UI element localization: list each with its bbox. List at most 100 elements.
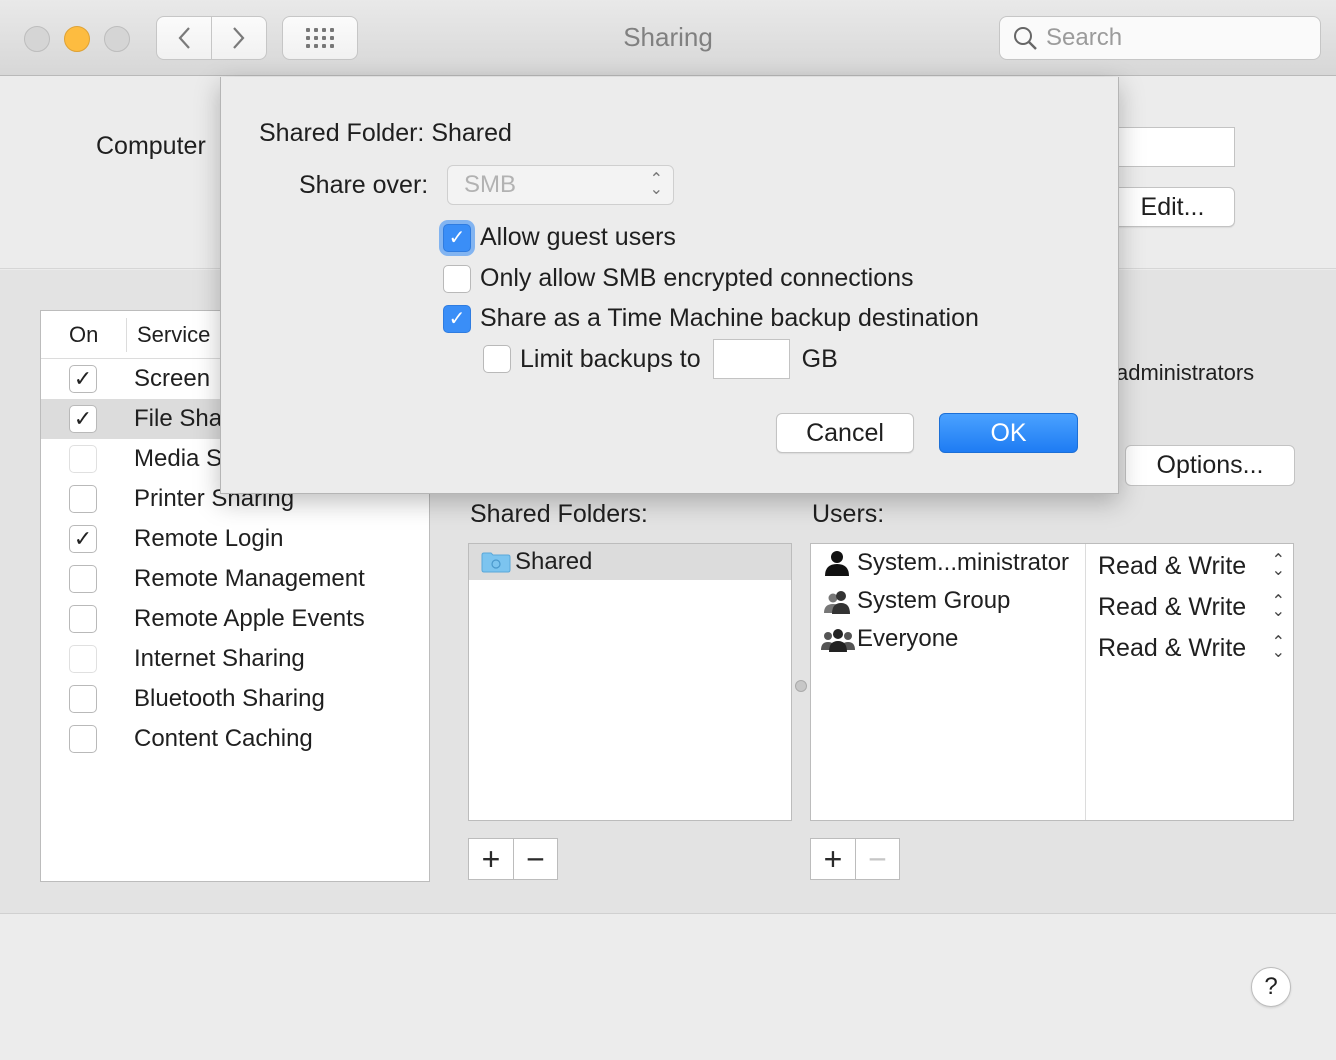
service-label: Content Caching — [134, 725, 313, 752]
zoom-window-button[interactable] — [104, 26, 130, 52]
user-name: System Group — [857, 587, 1011, 614]
limit-backups-label: Limit backups to — [520, 344, 701, 373]
search-input[interactable] — [1046, 24, 1306, 52]
shared-folders-list: Shared — [468, 543, 792, 821]
time-machine-option[interactable]: ✓ Share as a Time Machine backup destina… — [443, 304, 979, 333]
share-over-value: SMB — [464, 171, 517, 198]
grid-icon — [306, 28, 334, 48]
smb-encrypted-label: Only allow SMB encrypted connections — [480, 264, 914, 292]
sheet-title: Shared Folder: Shared — [259, 119, 512, 147]
service-checkbox[interactable] — [69, 485, 97, 513]
service-checkbox[interactable] — [69, 725, 97, 753]
users-column: System...ministrator System Group Everyo… — [811, 544, 1086, 820]
limit-backups-option: Limit backups to GB — [483, 339, 838, 379]
service-checkbox[interactable] — [69, 685, 97, 713]
minimize-window-button[interactable] — [64, 26, 90, 52]
edit-button[interactable]: Edit... — [1110, 187, 1235, 227]
service-label: Remote Login — [134, 525, 284, 552]
user-row[interactable]: Everyone — [811, 620, 1085, 658]
close-window-button[interactable] — [24, 26, 50, 52]
users-label: Users: — [812, 500, 885, 528]
service-row-remote-management[interactable]: Remote Management — [41, 559, 429, 599]
service-row-internet-sharing[interactable]: Internet Sharing — [41, 639, 429, 679]
time-machine-label: Share as a Time Machine backup destinati… — [480, 304, 979, 332]
help-button[interactable]: ? — [1251, 967, 1291, 1007]
permission-popup[interactable]: Read & Write ⌃ ⌄ — [1086, 629, 1293, 667]
search-icon — [1014, 27, 1037, 50]
service-row-content-caching[interactable]: Content Caching — [41, 719, 429, 759]
splitter-handle[interactable] — [795, 680, 807, 692]
title-bar: Sharing — [0, 0, 1336, 76]
service-checkbox[interactable] — [69, 645, 97, 673]
user-row[interactable]: System...ministrator — [811, 544, 1085, 582]
service-label: Media S — [134, 445, 223, 472]
search-field[interactable] — [999, 16, 1321, 60]
forward-button[interactable] — [211, 16, 267, 60]
service-row-remote-apple-events[interactable]: Remote Apple Events — [41, 599, 429, 639]
service-checkbox[interactable] — [69, 565, 97, 593]
ok-button[interactable]: OK — [939, 413, 1078, 453]
access-description: administrators — [1116, 360, 1255, 385]
users-buttons: + − — [810, 838, 900, 880]
shared-folders-buttons: + − — [468, 838, 558, 880]
permission-value: Read & Write — [1098, 592, 1247, 621]
limit-backups-input[interactable] — [712, 339, 790, 379]
column-header-on[interactable]: On — [41, 317, 127, 352]
user-name: Everyone — [857, 625, 959, 652]
remove-user-button[interactable]: − — [855, 839, 899, 879]
sharing-window: Sharing Computer Edit... On Service ✓ Sc… — [0, 0, 1336, 1060]
users-list: System...ministrator System Group Everyo… — [810, 543, 1294, 821]
service-label: Internet Sharing — [134, 645, 305, 672]
service-label: Remote Apple Events — [134, 605, 365, 632]
add-folder-button[interactable]: + — [469, 839, 513, 879]
service-checkbox[interactable] — [69, 605, 97, 633]
add-user-button[interactable]: + — [811, 839, 855, 879]
shared-folder-row[interactable]: Shared — [469, 544, 791, 580]
updown-icon: ⌃ ⌄ — [649, 171, 663, 198]
shared-folder-name: Shared — [515, 548, 593, 575]
permission-value: Read & Write — [1098, 551, 1247, 580]
service-label: Remote Management — [134, 565, 365, 592]
shared-folders-label: Shared Folders: — [470, 500, 648, 528]
permission-popup[interactable]: Read & Write ⌃ ⌄ — [1086, 547, 1293, 585]
chevron-left-icon — [178, 27, 190, 49]
updown-icon: ⌃ ⌄ — [1271, 634, 1285, 661]
column-header-service[interactable]: Service — [127, 322, 210, 348]
service-label: File Sha — [134, 405, 223, 432]
user-row[interactable]: System Group — [811, 582, 1085, 620]
user-name: System...ministrator — [857, 549, 1070, 576]
service-checkbox[interactable] — [69, 445, 97, 473]
allow-guest-option[interactable]: ✓ Allow guest users — [443, 223, 676, 252]
remove-folder-button[interactable]: − — [513, 839, 557, 879]
permission-popup[interactable]: Read & Write ⌃ ⌄ — [1086, 588, 1293, 626]
share-over-label: Share over: — [299, 171, 429, 199]
service-row-remote-login[interactable]: ✓ Remote Login — [41, 519, 429, 559]
service-checkbox[interactable]: ✓ — [69, 365, 97, 393]
show-all-button[interactable] — [282, 16, 358, 60]
service-checkbox[interactable]: ✓ — [69, 405, 97, 433]
window-title: Sharing — [623, 22, 713, 52]
options-button[interactable]: Options... — [1125, 445, 1295, 486]
service-checkbox[interactable]: ✓ — [69, 525, 97, 553]
computer-name-label: Computer — [96, 132, 206, 160]
service-row-bluetooth-sharing[interactable]: Bluetooth Sharing — [41, 679, 429, 719]
service-label: Bluetooth Sharing — [134, 685, 325, 712]
cancel-button[interactable]: Cancel — [776, 413, 914, 453]
share-over-popup[interactable]: SMB ⌃ ⌄ — [447, 165, 674, 205]
time-machine-checkbox[interactable]: ✓ — [443, 304, 471, 333]
limit-backups-checkbox[interactable] — [483, 345, 511, 373]
chevron-right-icon — [233, 27, 245, 49]
service-label: Screen — [134, 365, 211, 392]
computer-name-field[interactable] — [1110, 127, 1235, 167]
allow-guest-checkbox[interactable]: ✓ — [443, 223, 471, 252]
shared-folder-options-sheet: Shared Folder: Shared Share over: SMB ⌃ ⌄… — [220, 77, 1119, 494]
updown-icon: ⌃ ⌄ — [1271, 552, 1285, 579]
limit-backups-unit: GB — [801, 344, 838, 373]
permissions-column: Read & Write ⌃ ⌄ Read & Write ⌃ ⌄ Read & W… — [1086, 544, 1293, 820]
smb-encrypted-option[interactable]: Only allow SMB encrypted connections — [443, 264, 914, 293]
person-icon — [825, 551, 849, 576]
back-button[interactable] — [156, 16, 212, 60]
permission-value: Read & Write — [1098, 633, 1247, 662]
smb-encrypted-checkbox[interactable] — [443, 264, 471, 293]
group-icon — [824, 591, 850, 614]
